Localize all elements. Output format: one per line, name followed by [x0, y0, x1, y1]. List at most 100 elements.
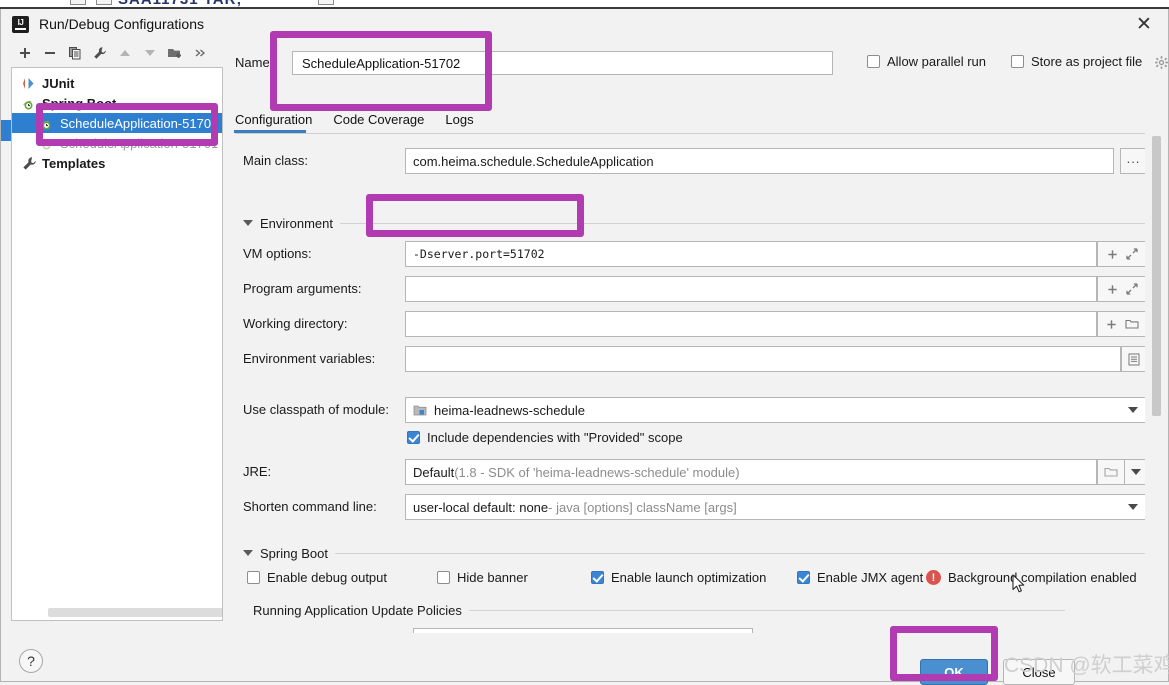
tree-horizontal-scrollbar[interactable] — [48, 608, 222, 617]
allow-parallel-run-label: Allow parallel run — [887, 54, 986, 69]
main-class-input[interactable]: com.heima.schedule.ScheduleApplication — [405, 148, 1114, 174]
configurations-tree[interactable]: JUnit Spring Boot ScheduleApplication-51… — [11, 67, 223, 621]
spring-boot-section-title: Spring Boot — [260, 545, 328, 561]
shorten-command-line-select[interactable]: user-local default: none - java [options… — [405, 494, 1145, 520]
allow-parallel-run-checkbox[interactable]: Allow parallel run — [867, 54, 986, 69]
add-configuration-button[interactable] — [14, 43, 36, 63]
gear-icon[interactable] — [1154, 55, 1169, 70]
checkbox-box — [797, 571, 810, 584]
tree-item-label: ScheduleApplication-51702 — [60, 115, 219, 131]
editor-tabs: Configuration Code Coverage Logs — [233, 112, 495, 133]
expand-icon — [1125, 248, 1138, 260]
spring-boot-section-header[interactable]: Spring Boot — [243, 545, 1145, 561]
configuration-editor-panel: Name: ScheduleApplication-51702 Allow pa… — [229, 40, 1168, 681]
remove-configuration-button[interactable] — [39, 43, 61, 63]
hide-banner-checkbox[interactable]: Hide banner — [437, 570, 528, 585]
tree-selection-strip — [1, 120, 11, 141]
spring-boot-icon — [40, 116, 55, 131]
jre-row: JRE: Default (1.8 - SDK of 'heima-leadne… — [235, 459, 1145, 485]
tree-item-junit[interactable]: JUnit — [12, 73, 222, 93]
chevron-down-icon — [1128, 407, 1138, 413]
program-arguments-label: Program arguments: — [243, 281, 362, 296]
tree-item-scheduleapplication-51701[interactable]: ScheduleApplication-51701 — [12, 133, 222, 153]
move-up-button[interactable] — [114, 43, 136, 63]
vm-options-input[interactable]: -Dserver.port=51702 — [405, 241, 1097, 267]
store-as-project-file-label: Store as project file — [1031, 54, 1143, 69]
tab-logs[interactable]: Logs — [445, 112, 480, 133]
enable-jmx-agent-checkbox[interactable]: Enable JMX agent — [797, 570, 923, 585]
program-arguments-row: Program arguments: — [235, 276, 1145, 302]
jre-dropdown-button[interactable] — [1124, 459, 1145, 485]
intellij-idea-icon: IJ — [12, 15, 29, 33]
program-arguments-actions[interactable] — [1097, 276, 1145, 302]
environment-variables-browse-button[interactable] — [1121, 346, 1145, 372]
jre-select[interactable]: Default (1.8 - SDK of 'heima-leadnews-sc… — [405, 459, 1097, 485]
tree-item-templates[interactable]: Templates — [12, 153, 222, 173]
junit-icon — [22, 76, 37, 91]
tab-label: Logs — [445, 112, 474, 127]
enable-launch-optimization-checkbox[interactable]: Enable launch optimization — [591, 570, 766, 585]
shorten-command-line-row: Shorten command line: user-local default… — [235, 494, 1145, 520]
include-provided-scope-label: Include dependencies with "Provided" sco… — [427, 430, 683, 445]
jre-value-detail: (1.8 - SDK of 'heima-leadnews-schedule' … — [454, 464, 740, 480]
error-icon: ! — [926, 570, 941, 585]
update-policies-section-title: Running Application Update Policies — [253, 602, 462, 618]
program-arguments-input[interactable] — [405, 276, 1097, 302]
enable-debug-output-checkbox[interactable]: Enable debug output — [247, 570, 387, 585]
close-button[interactable]: Close — [1003, 659, 1075, 685]
tree-item-label: Spring Boot — [42, 95, 117, 111]
jre-browse-button[interactable] — [1097, 459, 1125, 485]
main-class-value: com.heima.schedule.ScheduleApplication — [413, 153, 654, 169]
tab-configuration[interactable]: Configuration — [233, 112, 319, 133]
working-directory-input[interactable] — [405, 311, 1097, 337]
settings-vertical-scrollbar[interactable] — [1152, 136, 1161, 416]
name-label: Name: — [235, 55, 274, 70]
checkbox-box — [1011, 55, 1024, 68]
working-directory-label: Working directory: — [243, 316, 348, 331]
update-policies-section-header: Running Application Update Policies — [253, 602, 1065, 618]
jre-label: JRE: — [243, 464, 272, 479]
shorten-command-line-value: user-local default: none — [413, 499, 549, 515]
close-icon[interactable]: ✕ — [1130, 13, 1158, 35]
tab-label: Configuration — [235, 112, 313, 127]
tree-item-scheduleapplication-51702[interactable]: ScheduleApplication-51702 — [12, 113, 222, 133]
help-button[interactable]: ? — [19, 649, 43, 673]
move-down-button[interactable] — [139, 43, 161, 63]
folder-icon — [1124, 319, 1139, 329]
copy-configuration-button[interactable] — [64, 43, 86, 63]
ok-button[interactable]: OK — [920, 659, 988, 685]
plus-icon — [1107, 284, 1117, 294]
include-provided-scope-checkbox[interactable]: Include dependencies with "Provided" sco… — [407, 430, 683, 445]
on-update-action-select[interactable]: Do nothing — [413, 628, 753, 633]
main-class-label: Main class: — [243, 153, 309, 168]
background-window-box-3 — [318, 0, 334, 5]
more-options-button[interactable] — [189, 43, 211, 63]
edit-templates-wrench-icon[interactable] — [89, 43, 111, 63]
checkbox-box — [591, 571, 604, 584]
on-update-action-row: On 'Update' action: Do nothing ? — [235, 628, 1145, 633]
tab-code-coverage[interactable]: Code Coverage — [333, 112, 431, 133]
new-folder-button[interactable] — [164, 43, 186, 63]
background-compilation-label: Background compilation enabled — [948, 570, 1137, 585]
close-button-label: Close — [1022, 664, 1056, 680]
environment-variables-input[interactable] — [405, 346, 1121, 372]
background-window-box-2 — [96, 0, 112, 5]
use-classpath-of-module-label: Use classpath of module: — [243, 402, 389, 417]
chevron-down-icon — [243, 550, 253, 556]
working-directory-actions[interactable] — [1097, 311, 1145, 337]
enable-launch-optimization-label: Enable launch optimization — [611, 570, 767, 585]
background-compilation-status: ! Background compilation enabled — [926, 570, 1137, 585]
environment-section-header[interactable]: Environment — [243, 215, 1145, 231]
tree-item-label: ScheduleApplication-51701 — [60, 135, 219, 151]
configurations-panel: JUnit Spring Boot ScheduleApplication-51… — [11, 40, 223, 621]
environment-variables-label: Environment variables: — [243, 351, 376, 366]
section-divider — [334, 552, 1145, 554]
main-class-browse-button[interactable]: ... — [1120, 148, 1145, 174]
main-class-row: Main class: com.heima.schedule.ScheduleA… — [235, 148, 1145, 174]
store-as-project-file-checkbox[interactable]: Store as project file — [1011, 54, 1142, 69]
name-input[interactable]: ScheduleApplication-51702 — [292, 51, 833, 75]
vm-options-actions[interactable] — [1097, 241, 1145, 267]
use-classpath-of-module-select[interactable]: heima-leadnews-schedule — [405, 397, 1145, 423]
tree-item-spring-boot[interactable]: Spring Boot — [12, 93, 222, 113]
ok-button-label: OK — [944, 664, 964, 680]
